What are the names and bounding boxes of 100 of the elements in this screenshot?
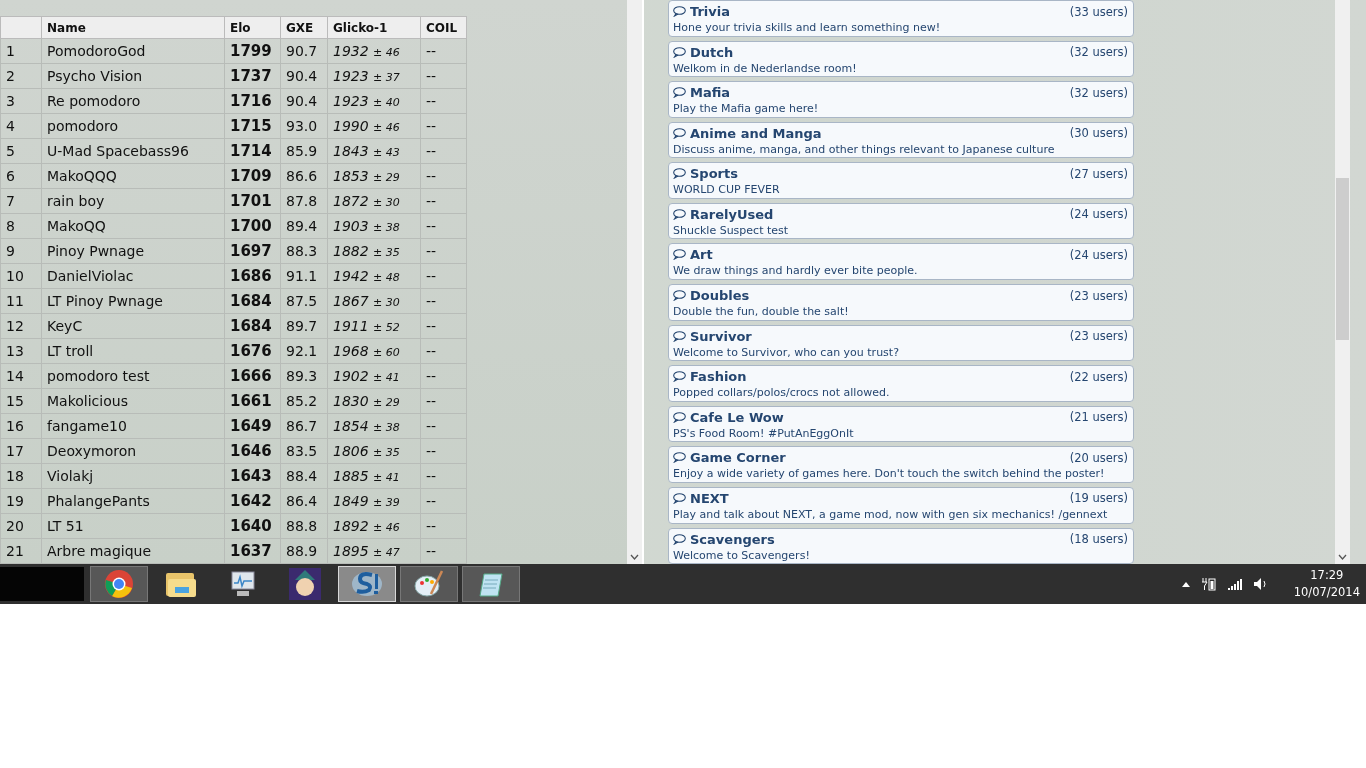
scrollbar[interactable] <box>627 0 642 564</box>
user-count: (27 users) <box>1069 166 1128 181</box>
room-card[interactable]: Scavengers (18 users) Welcome to Scavengers! <box>668 527 1134 564</box>
name-cell: PomodoroGod <box>41 38 225 64</box>
elo-cell: 1684 <box>224 313 281 339</box>
gxe-cell: 85.2 <box>280 388 328 414</box>
monitor-icon <box>228 570 258 598</box>
signal-icon[interactable] <box>1227 578 1242 590</box>
name-cell: PhalangePants <box>41 488 225 514</box>
speech-bubble-icon <box>673 87 686 99</box>
coil-cell: -- <box>420 538 467 564</box>
scroll-down-icon[interactable] <box>630 554 639 560</box>
gxe-cell: 87.8 <box>280 188 328 214</box>
room-card[interactable]: Mafia (32 users) Play the Mafia game here! <box>668 81 1134 118</box>
user-count: (32 users) <box>1069 85 1128 100</box>
name-cell: pomodoro test <box>41 363 225 389</box>
room-card[interactable]: Trivia (33 users) Hone your trivia skills and learn something new! <box>668 0 1134 37</box>
name-cell: LT troll <box>41 338 225 364</box>
elo-cell: 1714 <box>224 138 281 164</box>
glicko-cell: 1903 ± 38 <box>327 213 421 239</box>
coil-cell: -- <box>420 213 467 239</box>
room-description: We draw things and hardly ever bite people. <box>673 264 919 278</box>
rank-cell: 7 <box>0 188 42 214</box>
speech-bubble-icon <box>673 533 686 545</box>
elo-cell: 1676 <box>224 338 281 364</box>
coil-cell: -- <box>420 263 467 289</box>
speech-bubble-icon <box>673 249 686 261</box>
column-header <box>0 16 42 39</box>
room-card[interactable]: Game Corner (20 users) Enjoy a wide variety of games here. Don't touch the switch behind the poster! <box>668 446 1134 483</box>
browser-icon <box>104 569 134 599</box>
room-card[interactable]: Doubles (23 users) Double the fun, double the salt! <box>668 284 1134 321</box>
taskbar-app[interactable] <box>462 566 520 602</box>
room-title: Anime and Manga <box>690 125 822 141</box>
room-card[interactable]: Anime and Manga (30 users) Discuss anime, manga, and other things relevant to Japanese culture <box>668 121 1134 159</box>
rank-cell: 12 <box>0 313 42 339</box>
name-cell: rain boy <box>41 188 225 214</box>
rank-cell: 21 <box>0 538 42 564</box>
elo-cell: 1700 <box>224 213 281 239</box>
glicko-cell: 1911 ± 52 <box>327 313 421 339</box>
scroll-thumb[interactable] <box>1336 178 1349 340</box>
room-card[interactable]: NEXT (19 users) Play and talk about NEXT, a game mod, now with gen six mechanics! /gennext <box>668 486 1134 524</box>
speaker-icon[interactable] <box>1253 578 1268 590</box>
rank-cell: 9 <box>0 238 42 264</box>
room-description: Enjoy a wide variety of games here. Don't touch the switch behind the poster! <box>673 467 1106 481</box>
glicko-cell: 1843 ± 43 <box>327 138 421 164</box>
coil-cell: -- <box>420 513 467 539</box>
rank-cell: 13 <box>0 338 42 364</box>
rank-cell: 6 <box>0 163 42 189</box>
gxe-cell: 87.5 <box>280 288 328 314</box>
user-count: (33 users) <box>1069 4 1128 19</box>
room-description: Welcome to Scavengers! <box>673 548 811 562</box>
coil-cell: -- <box>420 288 467 314</box>
showdown-logo-icon <box>350 569 384 599</box>
room-card[interactable]: Cafe Le Wow (21 users) PS's Food Room! #PutAnEggOnIt <box>668 405 1134 443</box>
rank-cell: 4 <box>0 113 42 139</box>
room-title: Game Corner <box>690 450 786 466</box>
elo-cell: 1640 <box>224 513 281 539</box>
glicko-cell: 1882 ± 35 <box>327 238 421 264</box>
name-cell: MakoQQQ <box>41 163 225 189</box>
gxe-cell: 85.9 <box>280 138 328 164</box>
gxe-cell: 83.5 <box>280 438 328 464</box>
elo-cell: 1666 <box>224 363 281 389</box>
cartoon-character-icon <box>289 568 321 600</box>
name-cell: LT Pinoy Pwnage <box>41 288 225 314</box>
caret-up-icon[interactable] <box>1181 581 1190 587</box>
rank-cell: 14 <box>0 363 42 389</box>
elo-cell: 1642 <box>224 488 281 514</box>
scrollbar[interactable] <box>1335 0 1350 564</box>
speech-bubble-icon <box>673 290 686 302</box>
room-title: Doubles <box>690 288 750 304</box>
column-header: Glicko-1 <box>327 16 421 39</box>
room-card[interactable]: Art (24 users) We draw things and hardly ever bite people. <box>668 243 1134 281</box>
room-card[interactable]: Fashion (22 users) Popped collars/polos/crocs not allowed. <box>668 365 1134 402</box>
scroll-down-icon[interactable] <box>1338 554 1347 560</box>
glicko-cell: 1923 ± 40 <box>327 88 421 114</box>
room-card[interactable]: Survivor (23 users) Welcome to Survivor, who can you trust? <box>668 324 1134 362</box>
user-count: (24 users) <box>1069 207 1128 222</box>
room-card[interactable]: RarelyUsed (24 users) Shuckle Suspect test <box>668 202 1134 240</box>
glicko-cell: 1849 ± 39 <box>327 488 421 514</box>
elo-cell: 1716 <box>224 88 281 114</box>
taskbar-app[interactable] <box>90 566 148 602</box>
window-thumbnail[interactable] <box>0 567 84 601</box>
room-card[interactable]: Sports (27 users) WORLD CUP FEVER <box>668 162 1134 199</box>
battery-icon[interactable] <box>1201 577 1216 591</box>
coil-cell: -- <box>420 163 467 189</box>
clock[interactable]: 17:29 10/07/2014 <box>1293 567 1360 601</box>
column-header: Name <box>41 16 225 39</box>
coil-cell: -- <box>420 338 467 364</box>
room-card[interactable]: Dutch (32 users) Welkom in de Nederlandse room! <box>668 40 1134 78</box>
palette-icon <box>413 568 445 600</box>
rank-cell: 17 <box>0 438 42 464</box>
name-cell: DanielViolac <box>41 263 225 289</box>
glicko-cell: 1853 ± 29 <box>327 163 421 189</box>
room-title: Sports <box>690 166 738 182</box>
elo-cell: 1697 <box>224 238 281 264</box>
column-header: COIL <box>420 16 467 39</box>
user-count: (23 users) <box>1069 288 1128 303</box>
taskbar-app[interactable] <box>400 566 458 602</box>
name-cell: pomodoro <box>41 113 225 139</box>
room-title: RarelyUsed <box>690 206 774 222</box>
